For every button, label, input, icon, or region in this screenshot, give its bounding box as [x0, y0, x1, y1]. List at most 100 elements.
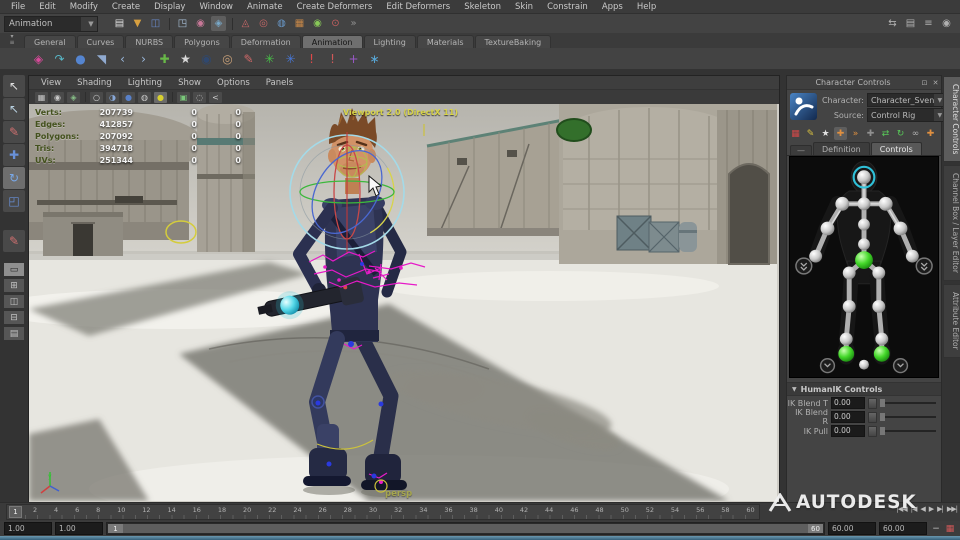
bookmark-icon[interactable]: ◉: [51, 91, 64, 103]
layout-two-stack[interactable]: ⊟: [3, 310, 25, 325]
workspace-icon[interactable]: ⇆: [885, 16, 900, 31]
range-end-handle[interactable]: 60: [808, 524, 823, 533]
shaded-icon[interactable]: ◑: [106, 91, 119, 103]
layout-two-side[interactable]: ◫: [3, 294, 25, 309]
play-backwards-button[interactable]: ◀: [920, 505, 925, 513]
shelf-tab[interactable]: Curves: [76, 35, 125, 48]
select-object-icon[interactable]: ◉: [193, 16, 208, 31]
shelf-tab[interactable]: Deformation: [230, 35, 301, 48]
shelf-tab[interactable]: General: [24, 35, 76, 48]
menu-lines-icon[interactable]: ≡: [921, 16, 936, 31]
menu-item[interactable]: Edit Deformers: [379, 2, 457, 12]
scale-tool[interactable]: ◰: [3, 190, 25, 212]
ik-field-value[interactable]: 0.00: [831, 397, 865, 409]
viewport-menu-item[interactable]: Panels: [258, 78, 301, 88]
cluster-icon[interactable]: ∗: [366, 50, 383, 67]
snap-grid-icon[interactable]: ◬: [238, 16, 253, 31]
layout-outliner[interactable]: ▤: [3, 326, 25, 341]
editor-side-tab[interactable]: Attribute Editor: [943, 284, 960, 359]
more-icon[interactable]: »: [346, 16, 361, 31]
render-globe-icon[interactable]: ◉: [939, 16, 954, 31]
step-forward-button[interactable]: ▶|: [937, 505, 944, 513]
move-tool[interactable]: ✚: [3, 144, 25, 166]
shelf-tab[interactable]: Lighting: [363, 35, 416, 48]
layout-four[interactable]: ⊞: [3, 278, 25, 293]
menu-item[interactable]: Apps: [595, 2, 630, 12]
ik-spline-icon[interactable]: ›: [135, 50, 152, 67]
ik-slider[interactable]: [880, 413, 936, 421]
status-icon[interactable]: [229, 16, 235, 31]
last-tool[interactable]: ✎: [3, 230, 25, 252]
status-icon[interactable]: [166, 16, 172, 31]
body-part-icon[interactable]: »: [849, 127, 862, 140]
viewport-3d-scene[interactable]: Verts: 207739 0 0 Edges: 412857 0 0 Poly…: [29, 104, 779, 502]
layout-single[interactable]: ▭: [3, 262, 25, 277]
editor-side-tab[interactable]: Channel Box / Layer Editor: [943, 165, 960, 282]
stance-pose-icon[interactable]: ✚: [924, 127, 937, 140]
ik-handle-icon[interactable]: ✚: [156, 50, 173, 67]
timeline-ruler[interactable]: 1 2 4 6 8 10 12 14 16 18 20 22 24 26 28 30 32 34 36 38 40 42…: [6, 504, 760, 520]
selection-icon[interactable]: ✚: [864, 127, 877, 140]
new-scene-icon[interactable]: ▤: [112, 16, 127, 31]
edit-definition-icon[interactable]: ✎: [804, 127, 817, 140]
animation-end-field[interactable]: 60.00: [828, 522, 876, 535]
shelf-menu-buttons[interactable]: ▾ ≡: [0, 34, 24, 46]
keyable-icon[interactable]: [868, 411, 877, 423]
viewport-menu-item[interactable]: Show: [170, 78, 209, 88]
close-icon[interactable]: ✕: [930, 79, 941, 87]
viewport-icon[interactable]: [83, 91, 87, 103]
full-body-icon[interactable]: ✚: [834, 127, 847, 140]
playback-end-field[interactable]: 60.00: [879, 522, 927, 535]
paint-weights-icon[interactable]: ✎: [240, 50, 257, 67]
viewport-menu-item[interactable]: View: [33, 78, 69, 88]
menu-item[interactable]: Edit: [32, 2, 62, 12]
save-scene-icon[interactable]: ◫: [148, 16, 163, 31]
snap-curve-icon[interactable]: ◎: [256, 16, 271, 31]
viewport-menu-item[interactable]: Shading: [69, 78, 120, 88]
breakdown-red-icon[interactable]: !: [303, 50, 320, 67]
snap-point-icon[interactable]: ◍: [274, 16, 289, 31]
tab-stub[interactable]: —: [790, 145, 812, 155]
lasso-tool[interactable]: ↖: [3, 98, 25, 120]
auto-key-icon[interactable]: −: [930, 523, 942, 535]
open-scene-icon[interactable]: ▼: [130, 16, 145, 31]
range-slider[interactable]: 1 60: [106, 522, 825, 535]
range-slider-bar-fill[interactable]: [108, 524, 823, 533]
character-icon[interactable]: ◎: [219, 50, 236, 67]
textured-icon[interactable]: ●: [122, 91, 135, 103]
ik-slider[interactable]: [880, 427, 936, 435]
menu-item[interactable]: Modify: [63, 2, 105, 12]
shelf-tab[interactable]: Materials: [416, 35, 474, 48]
all-lights-icon[interactable]: ◍: [138, 91, 151, 103]
menu-item[interactable]: File: [4, 2, 32, 12]
menu-item[interactable]: Skin: [508, 2, 540, 12]
humanik-tab[interactable]: Definition: [813, 142, 870, 155]
float-icon[interactable]: ⊡: [919, 79, 930, 87]
keyable-icon[interactable]: [868, 397, 877, 409]
shelf-tab[interactable]: Animation: [301, 35, 363, 48]
menu-item[interactable]: Skeleton: [457, 2, 508, 12]
viewport-icon[interactable]: [170, 91, 174, 103]
humanik-controls-header[interactable]: ▼ HumanIK Controls: [787, 382, 941, 396]
menu-item[interactable]: Create: [105, 2, 147, 12]
axis-icon[interactable]: +: [345, 50, 362, 67]
paint-select-tool[interactable]: ✎: [3, 121, 25, 143]
skeleton-white-icon[interactable]: ★: [819, 127, 832, 140]
mirror-icon[interactable]: ⇄: [879, 127, 892, 140]
viewport-menu-item[interactable]: Options: [209, 78, 258, 88]
locator-blue-icon[interactable]: ✳: [282, 50, 299, 67]
locator-green-icon[interactable]: ✳: [261, 50, 278, 67]
match-grid-icon[interactable]: ▦: [789, 127, 802, 140]
editor-side-tab[interactable]: Character Controls: [943, 76, 960, 163]
menu-item[interactable]: Create Deformers: [290, 2, 380, 12]
animation-start-field[interactable]: 1.00: [55, 522, 103, 535]
share-icon[interactable]: <: [209, 91, 222, 103]
wireframe-icon[interactable]: ○: [90, 91, 103, 103]
go-to-end-button[interactable]: ▶▶|: [947, 505, 958, 513]
editor-layout-icon[interactable]: ▤: [903, 16, 918, 31]
menu-item[interactable]: Help: [630, 2, 663, 12]
menuset-dropdown[interactable]: Animation ▼: [4, 15, 98, 32]
character-body-map[interactable]: [789, 156, 939, 378]
keyable-icon[interactable]: [868, 425, 877, 437]
ik-slider[interactable]: [880, 399, 936, 407]
